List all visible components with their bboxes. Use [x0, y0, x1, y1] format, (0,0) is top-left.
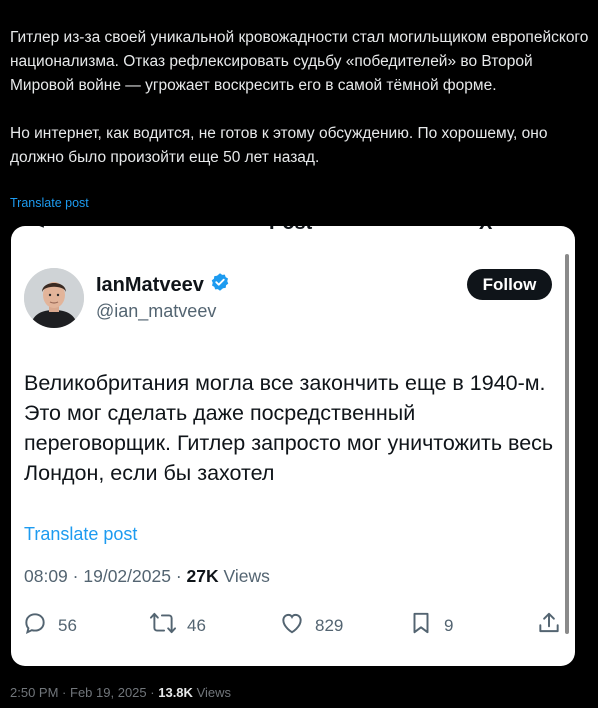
repost-icon [149, 610, 177, 641]
verified-badge-icon [210, 272, 230, 298]
follow-button[interactable]: Follow [467, 269, 552, 300]
footer-separator: · [62, 685, 67, 700]
embedded-meta: 08:09 · 19/02/2025 · 27K Views [24, 566, 270, 587]
action-bar: 56 46 829 9 [22, 610, 562, 640]
embedded-views-label: Views [223, 566, 270, 586]
embedded-views-count: 27K [186, 566, 219, 586]
embedded-date[interactable]: 19/02/2025 [83, 566, 171, 586]
post-footer: 2:50 PM · Feb 19, 2025 · 13.8K Views [10, 685, 231, 700]
heart-icon [279, 610, 305, 641]
embedded-tweet-text: Великобритания могла все закончить еще в… [24, 371, 554, 485]
like-button[interactable]: 829 [279, 610, 343, 641]
scrollbar[interactable] [565, 254, 569, 634]
translate-post-link[interactable]: Translate post [10, 196, 89, 210]
like-count: 829 [315, 615, 344, 635]
embedded-time[interactable]: 08:09 [24, 566, 68, 586]
embedded-tweet-card[interactable]: < Post X IanMatveev @ian_matveev Follow … [11, 226, 575, 666]
post-views-label: Views [196, 685, 232, 700]
reply-icon [22, 610, 48, 641]
post-time[interactable]: 2:50 PM [10, 685, 58, 700]
author-handle[interactable]: @ian_matveev [96, 301, 216, 322]
post-date[interactable]: Feb 19, 2025 [70, 685, 147, 700]
repost-button[interactable]: 46 [149, 610, 206, 641]
embedded-header-title: Post [269, 226, 312, 235]
x-logo-icon: X [479, 226, 492, 235]
author-name-text: IanMatveev [96, 273, 204, 296]
meta-separator: · [175, 566, 182, 586]
share-icon [536, 610, 562, 641]
reply-button[interactable]: 56 [22, 610, 77, 641]
meta-separator: · [72, 566, 79, 586]
bookmark-icon [408, 610, 434, 641]
author-name[interactable]: IanMatveev [96, 272, 230, 298]
repost-count: 46 [187, 615, 206, 635]
footer-separator: · [150, 685, 155, 700]
post-views-count: 13.8K [158, 685, 193, 700]
reply-count: 56 [58, 615, 77, 635]
embedded-header-clipped: < Post X [11, 226, 575, 235]
bookmark-button[interactable]: 9 [408, 610, 453, 641]
post-text: Гитлер из-за своей уникальной кровожадно… [10, 26, 590, 170]
back-arrow-icon: < [33, 226, 45, 235]
post-paragraph-2: Но интернет, как водится, не готов к это… [10, 125, 548, 166]
avatar[interactable] [24, 268, 84, 328]
embedded-translate-link[interactable]: Translate post [24, 524, 137, 545]
bookmark-count: 9 [444, 615, 454, 635]
post-paragraph-1: Гитлер из-за своей уникальной кровожадно… [10, 29, 589, 94]
share-button[interactable] [536, 610, 562, 641]
